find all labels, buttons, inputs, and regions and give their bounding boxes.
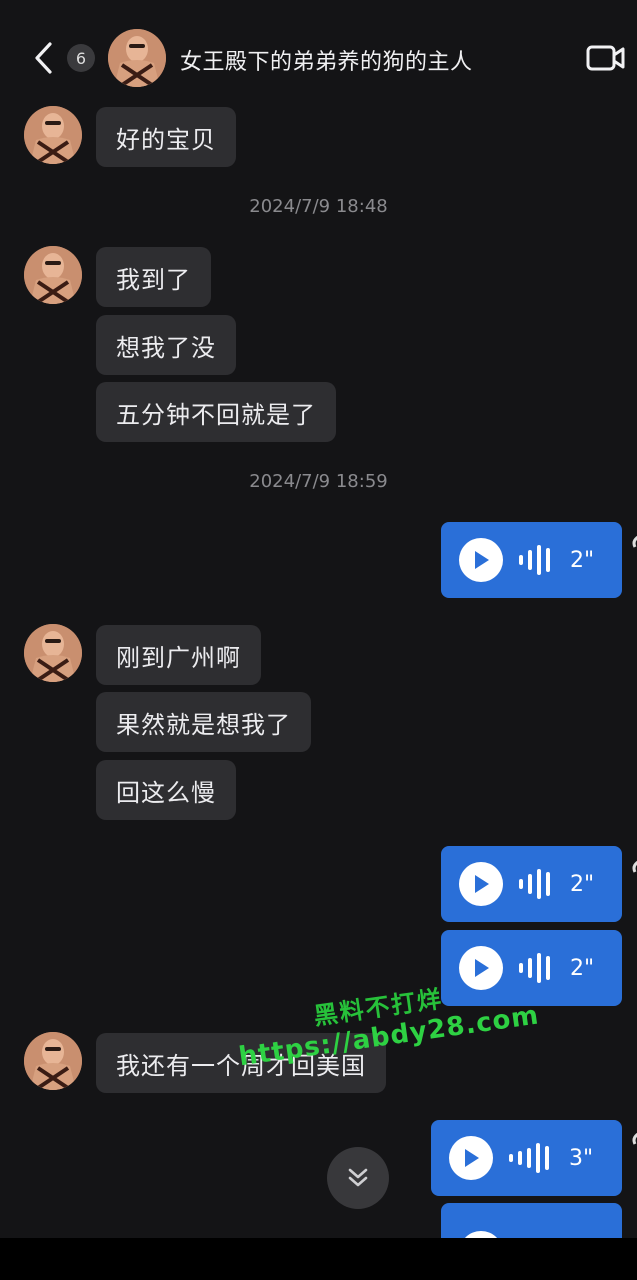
sender-avatar[interactable] (24, 1032, 82, 1090)
chat-header: 6 女王殿下的弟弟养的狗的主人 (0, 0, 637, 100)
sender-avatar[interactable] (24, 624, 82, 682)
voice-message[interactable]: 2" (441, 846, 622, 922)
video-camera-icon (586, 45, 625, 71)
header-avatar[interactable] (108, 29, 166, 87)
sender-avatar[interactable] (24, 246, 82, 304)
play-button[interactable] (449, 1136, 493, 1180)
avatar-image (24, 246, 82, 304)
timestamp: 2024/7/9 18:48 (249, 196, 388, 217)
avatar-image (24, 624, 82, 682)
waveform-icon (519, 545, 550, 575)
chat-screen: 6 女王殿下的弟弟养的狗的主人 好的宝贝 2024/7/9 18:48 我到了 … (0, 0, 637, 1238)
play-button[interactable] (459, 862, 503, 906)
unread-count-badge[interactable]: 6 (67, 44, 95, 72)
avatar-image (24, 106, 82, 164)
avatar-image (108, 29, 166, 87)
voice-duration: 2" (570, 955, 595, 981)
play-icon (475, 551, 489, 569)
sender-avatar[interactable] (24, 106, 82, 164)
voice-message[interactable]: 2" (441, 522, 622, 598)
chevron-left-icon (35, 42, 52, 74)
bottom-bar (0, 1238, 637, 1280)
message-bubble[interactable]: 果然就是想我了 (96, 692, 311, 752)
voice-duration: 2" (570, 871, 595, 897)
voice-message-partial[interactable] (441, 1203, 622, 1238)
double-chevron-down-icon (348, 1168, 368, 1187)
timestamp: 2024/7/9 18:59 (249, 471, 388, 492)
back-button[interactable] (28, 40, 58, 76)
waveform-icon (519, 953, 550, 983)
avatar-image (24, 1032, 82, 1090)
partial-icon (632, 860, 637, 873)
voice-duration: 3" (569, 1145, 594, 1171)
play-icon (465, 1149, 479, 1167)
message-bubble[interactable]: 我到了 (96, 247, 211, 307)
voice-duration: 2" (570, 547, 595, 573)
partial-icon (632, 1132, 637, 1145)
message-bubble[interactable]: 刚到广州啊 (96, 625, 261, 685)
partial-icon (632, 535, 637, 548)
message-bubble[interactable]: 回这么慢 (96, 760, 236, 820)
message-bubble[interactable]: 想我了没 (96, 315, 236, 375)
voice-message[interactable]: 3" (431, 1120, 622, 1196)
play-icon (475, 875, 489, 893)
chat-title: 女王殿下的弟弟养的狗的主人 (180, 50, 473, 75)
scroll-to-bottom-button[interactable] (327, 1147, 389, 1209)
play-button[interactable] (459, 538, 503, 582)
message-bubble[interactable]: 五分钟不回就是了 (96, 382, 336, 442)
video-call-button[interactable] (586, 42, 626, 74)
waveform-icon (519, 869, 550, 899)
play-button[interactable] (459, 1231, 503, 1238)
message-bubble[interactable]: 好的宝贝 (96, 107, 236, 167)
waveform-icon (509, 1143, 549, 1173)
